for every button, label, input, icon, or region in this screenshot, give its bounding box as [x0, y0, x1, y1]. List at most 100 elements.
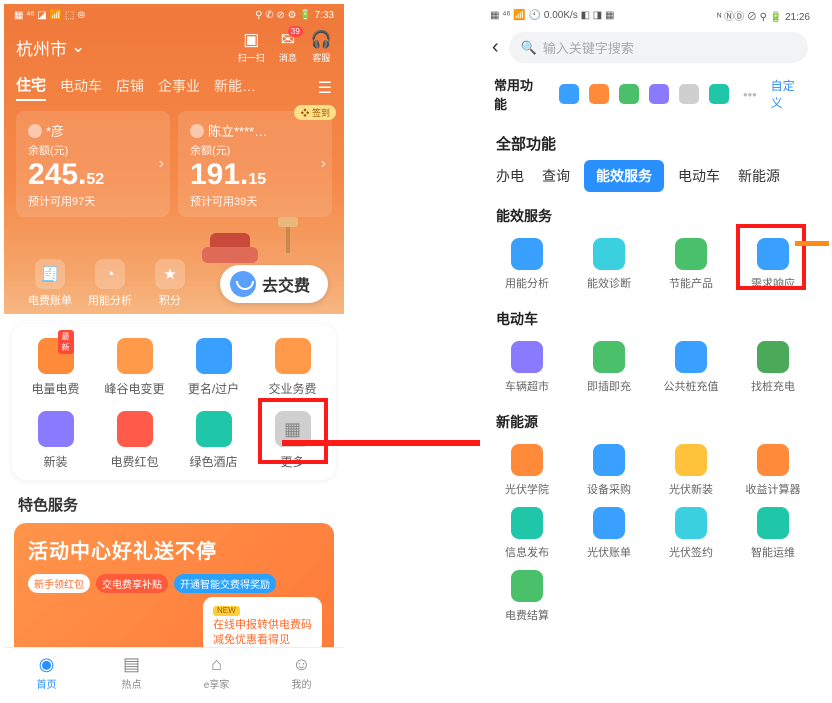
- func-jy[interactable]: 交业务费: [253, 338, 332, 397]
- tabs-more-icon[interactable]: ☰: [318, 78, 332, 98]
- promo-banner[interactable]: 活动中心好礼送不停 新手领红包交电费享补贴开通智能交费得奖励 NEW 在线申报转…: [14, 523, 334, 663]
- promo-line1: 在线申报转供电费码: [213, 619, 312, 631]
- chevron-right-icon: ›: [159, 155, 164, 173]
- item-sy[interactable]: 收益计算器: [732, 444, 814, 497]
- rtab-1[interactable]: 查询: [538, 160, 574, 192]
- gx-icon: [675, 444, 707, 476]
- func-xz[interactable]: 新装: [16, 411, 95, 470]
- tab-1[interactable]: 电动车: [60, 76, 102, 100]
- zn-icon: [757, 507, 789, 539]
- dl-icon: 最新: [38, 338, 74, 374]
- xz-icon: [38, 411, 74, 447]
- quick-bill[interactable]: 🧾 电费账单: [20, 259, 80, 308]
- item-gx[interactable]: 光伏新装: [650, 444, 732, 497]
- common-icon-5[interactable]: [709, 84, 729, 104]
- tab-0[interactable]: 住宅: [16, 74, 46, 101]
- item-qy[interactable]: 光伏签约: [650, 507, 732, 560]
- quick-row: 🧾 电费账单 ◔ 用能分析 ★ 积分 去交费: [16, 259, 332, 308]
- label: 新装: [16, 453, 95, 470]
- promo-chip-0: 新手领红包: [28, 574, 90, 593]
- label: 更名/过户: [174, 380, 253, 397]
- tab-2[interactable]: 店铺: [116, 76, 144, 100]
- account-name: 陈立****…: [190, 121, 322, 140]
- estimate-days: 预计可用39天: [190, 193, 322, 209]
- common-icon-2[interactable]: [619, 84, 639, 104]
- topicon-cs[interactable]: 🎧 客服: [311, 30, 332, 64]
- top-icons: ▣ 扫一扫 ✉ 39 消息 🎧 客服: [238, 30, 332, 64]
- func-ls[interactable]: 绿色酒店: [174, 411, 253, 470]
- label: 电量电费: [16, 380, 95, 397]
- topicon-msg[interactable]: ✉ 39 消息: [279, 30, 297, 64]
- nav-me[interactable]: ☺ 我的: [259, 648, 344, 699]
- label: 节能产品: [650, 275, 732, 291]
- item-sb[interactable]: 设备采购: [568, 444, 650, 497]
- status-right: ⚲ ✆ ⊘ ⚙ 🔋 7:33: [255, 10, 334, 21]
- func-hb[interactable]: 电费红包: [95, 411, 174, 470]
- quick-usage[interactable]: ◔ 用能分析: [80, 259, 140, 308]
- account-card-0[interactable]: *彦 余额(元) 245.52 预计可用97天 ›: [16, 111, 170, 217]
- label: 交业务费: [253, 380, 332, 397]
- common-icon-1[interactable]: [589, 84, 609, 104]
- pay-button[interactable]: 去交费: [220, 265, 328, 303]
- common-icon-3[interactable]: [649, 84, 669, 104]
- item-zn[interactable]: 智能运维: [732, 507, 814, 560]
- robot-face-icon: [230, 271, 256, 297]
- yn-icon: [511, 238, 543, 270]
- search-icon: 🔍: [521, 40, 537, 56]
- item-yn[interactable]: 用能分析: [486, 238, 568, 291]
- label: e享家: [204, 680, 230, 691]
- item-gz[interactable]: 公共桩充值: [650, 341, 732, 394]
- signin-badge[interactable]: ❖ 签到: [294, 105, 336, 120]
- search-input[interactable]: 🔍 输入关键字搜索: [509, 32, 808, 63]
- item-jn[interactable]: 节能产品: [650, 238, 732, 291]
- status-left: ▦ ⁴⁶ ◪ 📶 ⬚ ⊜: [14, 10, 85, 21]
- section-title-1: 电动车: [480, 295, 820, 333]
- label: 电费结算: [486, 607, 568, 623]
- item-zz[interactable]: 找桩充电: [732, 341, 814, 394]
- account-card-1[interactable]: ❖ 签到 陈立****… 余额(元) 191.15 预计可用39天 ›: [178, 111, 332, 217]
- rtab-0[interactable]: 办电: [492, 160, 528, 192]
- promo-chip-1: 交电费享补贴: [96, 574, 168, 593]
- customize-link[interactable]: 自定义: [771, 77, 806, 111]
- common-icon-0[interactable]: [559, 84, 579, 104]
- item-cs[interactable]: 车辆超市: [486, 341, 568, 394]
- sb-icon: [593, 444, 625, 476]
- nav-home[interactable]: ◉ 首页: [4, 648, 89, 699]
- item-zd[interactable]: 能效诊断: [568, 238, 650, 291]
- section-title-0: 能效服务: [480, 192, 820, 230]
- back-button[interactable]: ‹: [492, 36, 499, 59]
- item-xf[interactable]: 信息发布: [486, 507, 568, 560]
- func-dl[interactable]: 最新 电量电费: [16, 338, 95, 397]
- topicon-scan[interactable]: ▣ 扫一扫: [238, 30, 265, 64]
- rtab-3[interactable]: 电动车: [674, 160, 724, 192]
- item-df[interactable]: 电费结算: [486, 570, 568, 623]
- jn-icon: [675, 238, 707, 270]
- tab-3[interactable]: 企事业: [158, 76, 200, 100]
- rtab-4[interactable]: 新能源: [734, 160, 784, 192]
- nav-ehome[interactable]: ⌂ e享家: [174, 648, 259, 699]
- all-functions-title: 全部功能: [480, 119, 820, 160]
- func-gm[interactable]: 更名/过户: [174, 338, 253, 397]
- label: 设备采购: [568, 481, 650, 497]
- quick-points[interactable]: ★ 积分: [140, 259, 200, 308]
- label: 电费账单: [20, 292, 80, 308]
- section-grid-1: 车辆超市 即插即充 公共桩充值 找桩充电: [480, 333, 820, 398]
- tab-4[interactable]: 新能…: [214, 76, 256, 100]
- new-badge: NEW: [213, 606, 240, 616]
- scan-icon: ▣: [243, 30, 259, 50]
- hot-icon: ▤: [89, 654, 174, 675]
- func-fg[interactable]: 峰谷电变更: [95, 338, 174, 397]
- nav-hot[interactable]: ▤ 热点: [89, 648, 174, 699]
- rtab-2[interactable]: 能效服务: [584, 160, 664, 192]
- badge: 39: [288, 26, 303, 37]
- zd-icon: [593, 238, 625, 270]
- item-xy[interactable]: 光伏学院: [486, 444, 568, 497]
- bottom-nav: ◉ 首页 ▤ 热点 ⌂ e享家 ☺ 我的: [4, 647, 344, 699]
- common-icon-4[interactable]: [679, 84, 699, 104]
- xf-icon: [511, 507, 543, 539]
- item-jc[interactable]: 即插即充: [568, 341, 650, 394]
- special-title: 特色服务: [4, 480, 344, 523]
- common-label: 常用功能: [494, 75, 545, 113]
- location-picker[interactable]: 杭州市 ⌄: [16, 35, 85, 60]
- item-gz2[interactable]: 光伏账单: [568, 507, 650, 560]
